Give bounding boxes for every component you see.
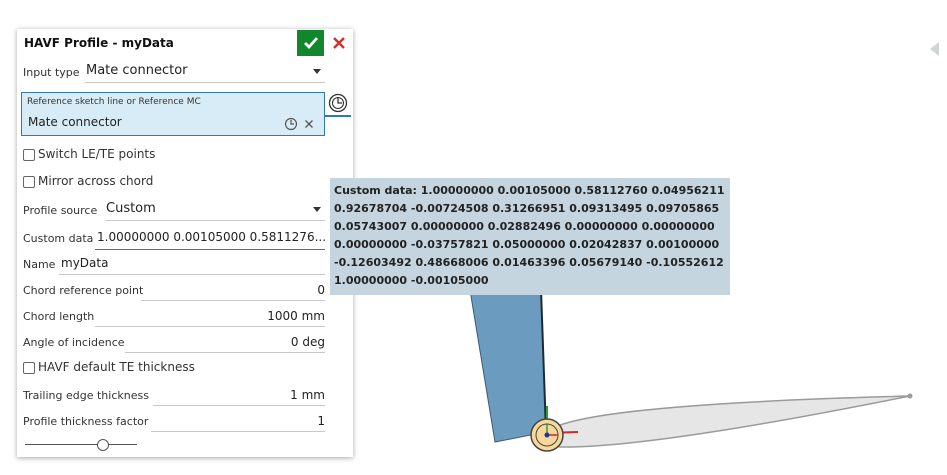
tooltip-line: Custom data: 1.00000000 0.00105000 0.581… (334, 184, 725, 197)
profile-source-select[interactable]: Custom (105, 199, 325, 221)
chord-ref-point-input[interactable]: 0 (141, 281, 325, 301)
tooltip-line: 0.00000000 -0.03757821 0.05000000 0.0204… (334, 238, 720, 251)
havf-profile-dialog: HAVF Profile - myData Input type Mate co… (17, 29, 353, 457)
chord-ref-point-label: Chord reference point (23, 284, 144, 297)
angle-incidence-label: Angle of incidence (23, 336, 125, 349)
angle-incidence-value: 0 deg (290, 335, 325, 349)
thickness-slider-thumb[interactable] (97, 439, 110, 451)
angle-incidence-input[interactable]: 0 deg (125, 333, 325, 353)
switch-le-te-label: Switch LE/TE points (38, 147, 156, 161)
mirror-chord-checkbox[interactable] (23, 176, 35, 188)
custom-data-tooltip: Custom data: 1.00000000 0.00105000 0.581… (330, 178, 730, 295)
custom-data-value: 1.00000000 0.00105000 0.5811276... (97, 230, 327, 244)
panel-collapse-arrow-icon[interactable] (930, 42, 939, 56)
accept-button[interactable] (297, 30, 324, 56)
trailing-edge-point[interactable] (907, 393, 913, 399)
name-value: myData (61, 256, 109, 270)
tooltip-line: 0.05743007 0.00000000 0.02882496 0.00000… (334, 220, 715, 233)
profile-source-value: Custom (106, 201, 156, 216)
caret-down-icon (313, 207, 321, 212)
close-icon (333, 37, 345, 49)
airfoil-profile[interactable] (544, 395, 911, 448)
thickness-factor-value: 1 (317, 414, 325, 428)
dialog-title: HAVF Profile - myData (24, 36, 174, 50)
clock-select-icon (328, 93, 348, 113)
mirror-chord-label: Mirror across chord (38, 174, 154, 188)
chord-ref-point-value: 0 (317, 283, 325, 297)
switch-le-te-checkbox[interactable] (23, 149, 35, 161)
havf-default-te-checkbox[interactable] (23, 362, 35, 374)
checkmark-icon (303, 37, 318, 50)
custom-data-label: Custom data (23, 232, 94, 245)
thickness-factor-input[interactable]: 1 (151, 412, 325, 432)
reference-value: Mate connector (28, 115, 122, 129)
tooltip-line: 1.00000000 -0.00105000 (334, 274, 489, 287)
name-input[interactable]: myData (59, 255, 325, 275)
blue-part-body[interactable] (469, 289, 547, 443)
cancel-button[interactable] (329, 33, 349, 53)
selection-mode-button[interactable] (325, 91, 351, 117)
te-thickness-input[interactable]: 1 mm (153, 386, 325, 406)
caret-down-icon (313, 69, 321, 74)
chord-length-label: Chord length (23, 310, 95, 323)
input-type-select[interactable]: Mate connector (85, 61, 325, 83)
chord-length-value: 1000 mm (267, 309, 325, 323)
dialog-header: HAVF Profile - myData (17, 29, 353, 57)
tooltip-line: 0.92678704 -0.00724508 0.31266951 0.0931… (334, 202, 720, 215)
name-label: Name (23, 258, 56, 271)
tooltip-line: -0.12603492 0.48668006 0.01463396 0.0567… (334, 256, 724, 269)
havf-default-te-label: HAVF default TE thickness (38, 360, 195, 374)
clear-icon[interactable] (304, 119, 314, 129)
thickness-factor-label: Profile thickness factor (23, 415, 149, 428)
profile-source-label: Profile source (23, 204, 98, 217)
input-type-value: Mate connector (86, 63, 188, 78)
te-thickness-value: 1 mm (290, 388, 325, 402)
reference-selection-box[interactable]: Reference sketch line or Reference MC Ma… (21, 92, 325, 136)
chord-length-input[interactable]: 1000 mm (95, 307, 325, 327)
reference-label: Reference sketch line or Reference MC (27, 97, 201, 107)
custom-data-input[interactable]: 1.00000000 0.00105000 0.5811276... (95, 229, 327, 250)
clock-select-icon[interactable] (284, 117, 298, 131)
te-thickness-label: Trailing edge thickness (23, 389, 149, 402)
thickness-slider-track[interactable] (25, 444, 137, 445)
input-type-label: Input type (23, 66, 80, 79)
